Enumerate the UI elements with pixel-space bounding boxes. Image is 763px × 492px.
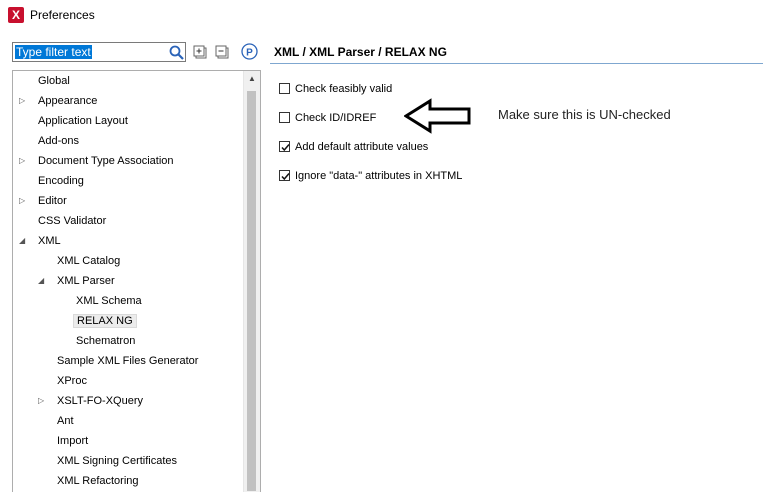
tree-item-label: XML Parser [57, 275, 115, 287]
tree-item-encoding[interactable]: Encoding [35, 172, 87, 190]
scroll-up-icon[interactable]: ▲ [244, 71, 260, 87]
project-options-icon[interactable]: P [241, 43, 258, 60]
tree-item-document-type-association[interactable]: ▷ Document Type Association [19, 152, 177, 170]
tree-item-xslt-fo-xquery[interactable]: ▷ XSLT-FO-XQuery [38, 392, 146, 410]
tree-item-schematron[interactable]: Schematron [73, 332, 138, 350]
tree-item-label: XProc [57, 375, 87, 387]
tree-item-add-ons[interactable]: Add-ons [35, 132, 82, 150]
tree-item-appearance[interactable]: ▷ Appearance [19, 92, 100, 110]
tree-item-xml-signing-certificates[interactable]: XML Signing Certificates [54, 452, 180, 470]
checkbox-unchecked[interactable] [279, 112, 290, 123]
tree-item-xml-refactoring[interactable]: XML Refactoring [54, 472, 142, 490]
collapse-arrow-icon[interactable]: ◢ [38, 272, 48, 290]
annotation-note: Make sure this is UN-checked [498, 107, 671, 122]
expand-arrow-icon[interactable]: ▷ [38, 392, 48, 410]
project-letter: P [246, 48, 253, 59]
tree-item-editor[interactable]: ▷ Editor [19, 192, 70, 210]
page-title: XML / XML Parser / RELAX NG [274, 45, 447, 59]
option-label: Ignore "data-" attributes in XHTML [295, 170, 463, 182]
tree-item-ant[interactable]: Ant [54, 412, 77, 430]
tree-item-sample-xml-files-generator[interactable]: Sample XML Files Generator [54, 352, 201, 370]
tree-item-xml-schema[interactable]: XML Schema [73, 292, 145, 310]
expand-all-icon[interactable] [193, 45, 207, 59]
tree-item-label: XML Refactoring [57, 475, 139, 487]
preferences-navigation: Type filter text P Global ▷ Appearance A… [0, 30, 262, 492]
scroll-thumb[interactable] [247, 91, 256, 491]
left-arrow-icon [403, 98, 472, 137]
checkbox-checked[interactable] [279, 170, 290, 181]
title-bar: X Preferences [0, 0, 763, 30]
option-label: Check feasibly valid [295, 83, 393, 95]
tree-scrollbar[interactable]: ▲ [243, 71, 260, 492]
tree-item-label: XML [38, 235, 61, 247]
option-label: Add default attribute values [295, 141, 429, 153]
collapse-all-icon[interactable] [215, 45, 229, 59]
preferences-window: X Preferences Type filter text P Global … [0, 0, 763, 492]
tree-item-xml[interactable]: ◢ XML [19, 232, 64, 250]
tree-item-label: Global [38, 75, 70, 87]
tree-item-label: XSLT-FO-XQuery [57, 395, 143, 407]
expand-arrow-icon[interactable]: ▷ [19, 92, 29, 110]
title-divider [270, 63, 763, 64]
tree-item-label: XML Signing Certificates [57, 455, 178, 467]
tree-item-global[interactable]: Global [35, 72, 73, 90]
tree-item-application-layout[interactable]: Application Layout [35, 112, 131, 130]
tree-item-label: XML Schema [76, 295, 142, 307]
tree-item-xml-parser[interactable]: ◢ XML Parser [38, 272, 118, 290]
tree-item-label: Encoding [38, 175, 84, 187]
preferences-tree: Global ▷ Appearance Application Layout Add-o… [12, 70, 261, 492]
tree-item-css-validator[interactable]: CSS Validator [35, 212, 109, 230]
collapse-arrow-icon[interactable]: ◢ [19, 232, 29, 250]
tree-item-label: Editor [38, 195, 67, 207]
checkbox-checked[interactable] [279, 141, 290, 152]
oxygen-x-icon: X [8, 7, 24, 23]
expand-arrow-icon[interactable]: ▷ [19, 152, 29, 170]
tree-item-label: RELAX NG [73, 314, 137, 328]
search-icon[interactable] [168, 44, 186, 62]
tree-item-label: Appearance [38, 95, 98, 107]
expand-arrow-icon[interactable]: ▷ [19, 192, 29, 210]
tree-item-label: Import [57, 435, 89, 447]
tree-item-label: Sample XML Files Generator [57, 355, 199, 367]
tree-item-relax-ng[interactable]: RELAX NG [73, 312, 137, 330]
filter-input[interactable]: Type filter text [12, 42, 186, 62]
tree-item-xproc[interactable]: XProc [54, 372, 90, 390]
tree-item-label: Add-ons [38, 135, 79, 147]
preferences-content: XML / XML Parser / RELAX NG Check feasib… [270, 30, 763, 492]
filter-toolbar: Type filter text P [12, 42, 262, 64]
tree-item-label: Application Layout [38, 115, 128, 127]
tree-item-label: XML Catalog [57, 255, 121, 267]
filter-text: Type filter text [15, 45, 92, 59]
tree-item-label: Ant [57, 415, 74, 427]
tree-item-label: Document Type Association [38, 155, 174, 167]
tree-item-label: Schematron [76, 335, 136, 347]
tree-item-xml-catalog[interactable]: XML Catalog [54, 252, 123, 270]
checkbox-unchecked[interactable] [279, 83, 290, 94]
tree-item-label: CSS Validator [38, 215, 107, 227]
window-title: Preferences [30, 8, 95, 22]
tree-item-import[interactable]: Import [54, 432, 91, 450]
option-label: Check ID/IDREF [295, 112, 377, 124]
